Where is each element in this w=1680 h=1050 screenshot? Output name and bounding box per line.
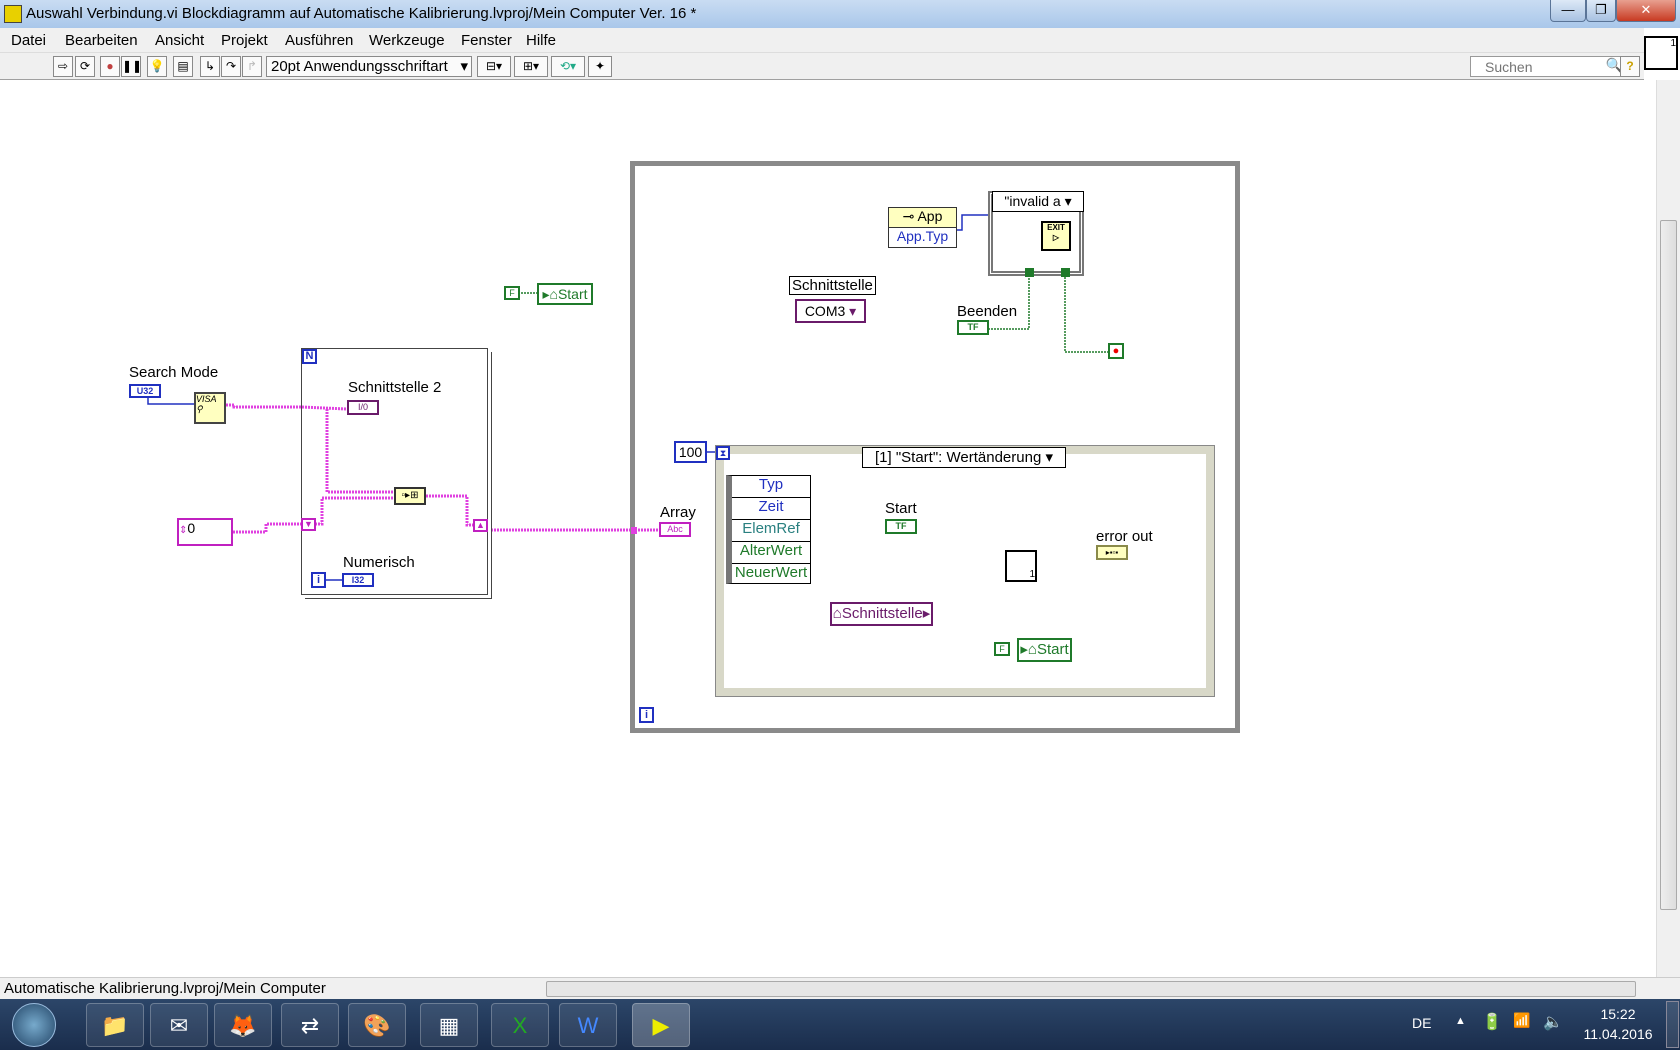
while-iteration-terminal: i <box>639 707 654 723</box>
com-value: COM3 <box>804 303 846 319</box>
show-desktop-button[interactable] <box>1666 1001 1679 1048</box>
array-constant[interactable]: ⇕0 <box>177 518 233 546</box>
vertical-scrollbar[interactable] <box>1656 80 1680 977</box>
tray-expand-icon[interactable]: ▲ <box>1455 1015 1466 1027</box>
clock[interactable]: 15:22 11.04.2016 <box>1583 1004 1653 1044</box>
subvi-number: 1 <box>1029 569 1035 580</box>
schnittstelle-label: Schnittstelle <box>789 276 876 295</box>
schnittstelle-local-variable[interactable]: ⌂Schnittstelle▸ <box>830 602 933 626</box>
array-index: 0 <box>187 520 196 536</box>
start-control[interactable]: TF <box>885 519 917 534</box>
event-data-elemref[interactable]: ElemRef <box>732 520 810 542</box>
numerisch-indicator[interactable]: I32 <box>342 573 374 587</box>
hourglass-icon: ⧗ <box>716 446 730 460</box>
start-local-variable[interactable]: ▸⌂Start <box>537 283 593 305</box>
taskbar-excel-icon[interactable]: X <box>491 1003 549 1047</box>
taskbar-paint-icon[interactable]: 🎨 <box>348 1003 406 1047</box>
search-mode-control[interactable]: U32 <box>129 384 161 398</box>
horizontal-scrollbar[interactable] <box>546 981 1636 997</box>
taskbar-firefox-icon[interactable]: 🦊 <box>214 1003 272 1047</box>
volume-icon[interactable]: 🔈 <box>1543 1012 1563 1032</box>
stop-terminal[interactable]: ● <box>1108 343 1124 359</box>
search-mode-label: Search Mode <box>129 364 219 381</box>
taskbar-teamviewer-icon[interactable]: ⇄ <box>281 1003 339 1047</box>
schnittstelle-control[interactable]: COM3 ▾ <box>795 299 866 323</box>
project-context[interactable]: Automatische Kalibrierung.lvproj/Mein Co… <box>4 980 326 997</box>
timeout-constant[interactable]: 100 <box>674 441 707 463</box>
scroll-thumb[interactable] <box>1660 220 1677 910</box>
signal-icon[interactable]: 📶 <box>1513 1012 1530 1029</box>
event-case-value: [1] "Start": Wertänderung <box>875 449 1042 466</box>
event-data-neuerwert[interactable]: NeuerWert <box>732 564 810 584</box>
taskbar-outlook-icon[interactable]: ✉ <box>150 1003 208 1047</box>
exit-node[interactable]: EXIT ▷ <box>1041 221 1071 251</box>
iteration-terminal: i <box>311 572 326 588</box>
schnittstelle2-indicator[interactable]: I/0 <box>347 400 379 415</box>
start-local-variable[interactable]: ▸⌂Start <box>1017 638 1072 662</box>
time: 15:22 <box>1600 1006 1636 1022</box>
case-value: "invalid a <box>1004 193 1061 209</box>
local-label: Start <box>557 286 588 302</box>
error-out-indicator[interactable]: ▸▪▫▪ <box>1096 545 1128 560</box>
exit-label: EXIT <box>1047 223 1065 232</box>
chevron-down-icon: ▾ <box>849 303 857 319</box>
date: 11.04.2016 <box>1583 1026 1653 1042</box>
taskbar-word-icon[interactable]: W <box>559 1003 617 1047</box>
start-button[interactable] <box>12 1003 56 1047</box>
local-label: Start <box>1036 641 1069 658</box>
numerisch-label: Numerisch <box>343 554 415 571</box>
event-data-node: Typ Zeit ElemRef AlterWert NeuerWert <box>726 475 811 584</box>
event-data-alterwert[interactable]: AlterWert <box>732 542 810 564</box>
app-property-node[interactable]: ⊸ App App.Typ <box>888 207 957 248</box>
battery-icon[interactable]: 🔋 <box>1482 1012 1502 1032</box>
beenden-control[interactable]: TF <box>957 320 989 335</box>
string-wire <box>233 522 301 534</box>
event-selector[interactable]: [1] "Start": Wertänderung ▾ <box>862 447 1066 468</box>
property-class: App <box>917 208 943 224</box>
event-data-zeit[interactable]: Zeit <box>732 498 810 520</box>
subvi-node[interactable]: 1 <box>1005 550 1037 582</box>
key-icon: ⊸ <box>902 208 915 224</box>
taskbar-labview-icon[interactable]: ▶ <box>632 1003 690 1047</box>
case-tunnel <box>1061 268 1070 277</box>
event-data-typ[interactable]: Typ <box>732 476 810 498</box>
visa-label: VISA <box>196 394 217 404</box>
false-constant[interactable]: F <box>504 286 520 300</box>
beenden-label: Beenden <box>957 303 1018 320</box>
loop-tunnel <box>631 527 637 534</box>
taskbar: 📁 ✉ 🦊 ⇄ 🎨 ▦ X W ▶ DE ▲ 🔋 📶 🔈 15:22 11.04.… <box>0 999 1680 1050</box>
start-label: Start <box>885 500 917 517</box>
case-tunnel <box>1025 268 1034 277</box>
shift-register-right[interactable]: ▲ <box>473 519 488 532</box>
error-out-label: error out <box>1096 528 1153 545</box>
schnittstelle2-label: Schnittstelle 2 <box>348 379 442 396</box>
false-constant[interactable]: F <box>994 642 1010 656</box>
property-app-typ[interactable]: App.Typ <box>889 228 956 244</box>
taskbar-calculator-icon[interactable]: ▦ <box>420 1003 478 1047</box>
loop-count-terminal[interactable]: N <box>302 349 317 364</box>
taskbar-explorer-icon[interactable]: 📁 <box>86 1003 144 1047</box>
status-bar: Automatische Kalibrierung.lvproj/Mein Co… <box>0 977 1680 999</box>
shift-register-left[interactable]: ▼ <box>301 518 316 531</box>
local-label: Schnittstelle <box>841 605 923 622</box>
build-array-node[interactable]: ▫▸⊞ <box>394 487 426 505</box>
visa-find-resource-node[interactable]: VISA ⚲ <box>194 392 226 424</box>
language-indicator[interactable]: DE <box>1412 1015 1431 1031</box>
case-selector[interactable]: "invalid a ▾ <box>992 191 1084 212</box>
binoculars-icon: ⚲ <box>196 404 203 414</box>
